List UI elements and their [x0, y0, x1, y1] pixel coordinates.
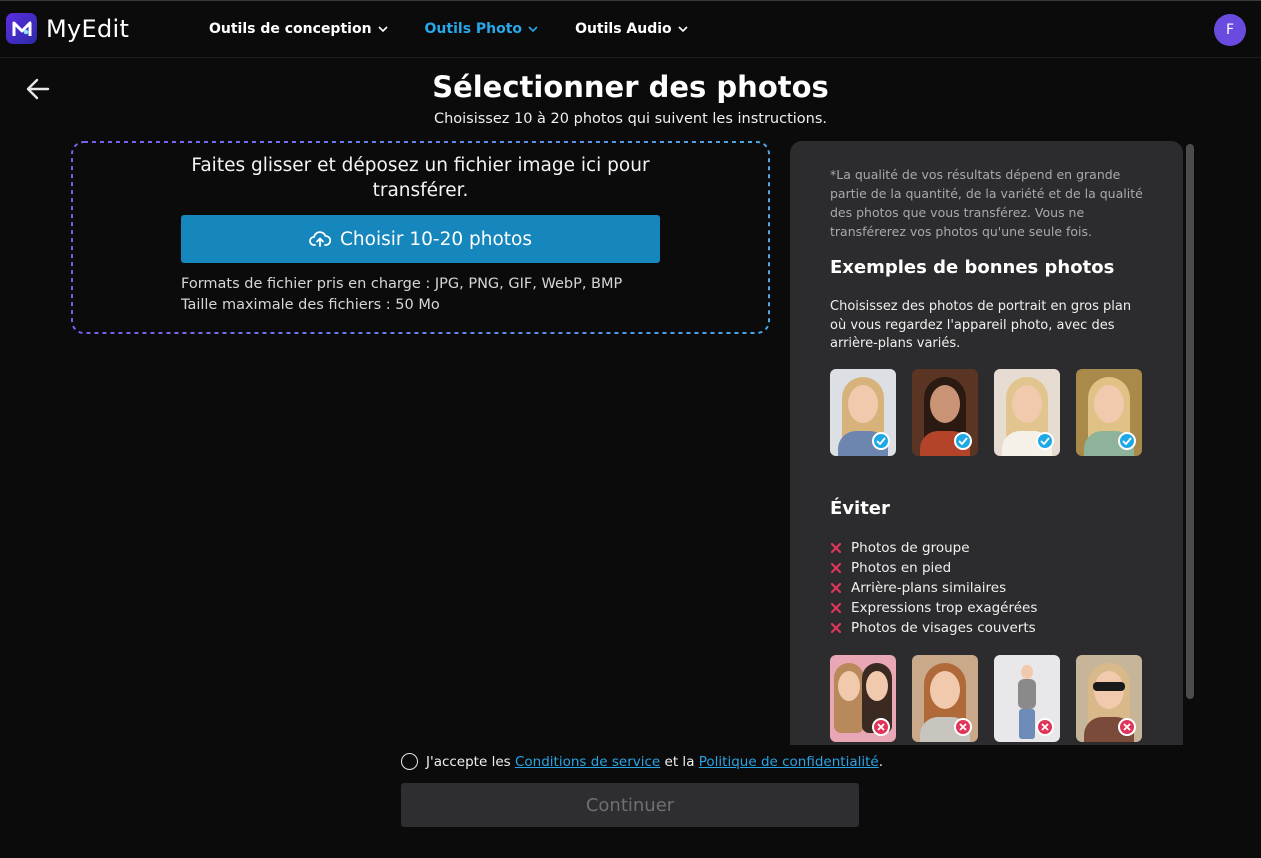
- page-title: Sélectionner des photos: [432, 70, 829, 104]
- avoid-item-label: Photos en pied: [851, 560, 952, 576]
- nav-design-tools-label: Outils de conception: [209, 21, 372, 37]
- supported-formats: Formats de fichier pris en charge : JPG,…: [181, 276, 623, 292]
- dropzone-instructions: Faites glisser et déposez un fichier ima…: [73, 153, 768, 203]
- checkmark-icon: [1036, 432, 1054, 450]
- terms-of-service-link[interactable]: Conditions de service: [515, 754, 660, 770]
- nav-photo-tools-label: Outils Photo: [424, 21, 523, 37]
- choose-photos-label: Choisir 10-20 photos: [339, 228, 532, 250]
- bad-example-photo: [994, 655, 1060, 742]
- terms-agreement: J'accepte les Conditions de service et l…: [401, 753, 883, 770]
- x-mark-icon: [830, 582, 842, 594]
- avoid-item-label: Arrière-plans similaires: [851, 580, 1007, 596]
- good-examples-description: Choisissez des photos de portrait en gro…: [830, 299, 1132, 351]
- myedit-logo-icon: [6, 13, 37, 44]
- accept-terms-radio[interactable]: [401, 753, 418, 770]
- x-mark-icon: [830, 602, 842, 614]
- dropzone-text-line2: transférer.: [372, 180, 469, 201]
- nav-photo-tools[interactable]: Outils Photo: [425, 21, 539, 37]
- good-example-photo: [912, 369, 978, 456]
- avoid-heading: Éviter: [830, 498, 890, 519]
- chevron-down-icon: [377, 25, 388, 32]
- nav-design-tools[interactable]: Outils de conception: [209, 21, 388, 37]
- bad-examples-thumbnails: [830, 655, 1158, 742]
- upload-dropzone[interactable]: Faites glisser et déposez un fichier ima…: [73, 143, 768, 332]
- checkmark-icon: [872, 432, 890, 450]
- list-item: Photos de visages couverts: [830, 618, 1037, 638]
- avoid-list: Photos de groupe Photos en pied Arrière-…: [830, 538, 1037, 638]
- x-mark-icon: [830, 542, 842, 554]
- guidelines-panel[interactable]: *La qualité de vos résultats dépend en g…: [790, 141, 1183, 745]
- avoid-item-label: Photos de groupe: [851, 540, 970, 556]
- good-examples-thumbnails: [830, 369, 1158, 456]
- terms-suffix: .: [878, 753, 884, 770]
- good-example-photo: [1076, 369, 1142, 456]
- terms-prefix: J'accepte les: [426, 753, 511, 770]
- good-examples-heading: Exemples de bonnes photos: [830, 257, 1115, 278]
- dropzone-text-line1: Faites glisser et déposez un fichier ima…: [191, 155, 650, 176]
- user-avatar[interactable]: F: [1214, 14, 1246, 46]
- list-item: Photos de groupe: [830, 538, 1037, 558]
- x-circle-icon: [1118, 718, 1136, 736]
- page-subtitle: Choisissez 10 à 20 photos qui suivent le…: [433, 111, 828, 127]
- chevron-down-icon: [528, 25, 538, 32]
- x-circle-icon: [954, 718, 972, 736]
- x-circle-icon: [1036, 718, 1054, 736]
- good-example-photo: [830, 369, 896, 456]
- list-item: Arrière-plans similaires: [830, 578, 1037, 598]
- nav-audio-tools[interactable]: Outils Audio: [575, 21, 688, 37]
- bad-example-photo: [912, 655, 978, 742]
- good-example-photo: [994, 369, 1060, 456]
- avoid-item-label: Photos de visages couverts: [851, 620, 1036, 636]
- brand-logo[interactable]: MyEdit: [6, 13, 129, 44]
- chevron-down-icon: [678, 25, 688, 32]
- x-circle-icon: [872, 718, 890, 736]
- file-format-info: Formats de fichier pris en charge : JPG,…: [181, 274, 622, 316]
- cloud-upload-icon: [309, 231, 331, 247]
- choose-photos-button[interactable]: Choisir 10-20 photos: [181, 215, 660, 263]
- brand-name: MyEdit: [46, 14, 130, 43]
- main-nav: Outils de conception Outils Photo Outils…: [209, 21, 725, 37]
- avoid-item-label: Expressions trop exagérées: [851, 600, 1038, 616]
- panel-scrollbar[interactable]: [1186, 144, 1194, 699]
- bad-example-photo: [830, 655, 896, 742]
- checkmark-icon: [1118, 432, 1136, 450]
- nav-audio-tools-label: Outils Audio: [575, 21, 672, 37]
- top-navigation-bar: MyEdit Outils de conception Outils Photo…: [0, 0, 1261, 58]
- list-item: Expressions trop exagérées: [830, 598, 1037, 618]
- x-mark-icon: [830, 622, 842, 634]
- quality-note: *La qualité de vos résultats dépend en g…: [830, 167, 1143, 239]
- privacy-policy-link[interactable]: Politique de confidentialité: [699, 754, 879, 770]
- list-item: Photos en pied: [830, 558, 1037, 578]
- x-mark-icon: [830, 562, 842, 574]
- checkmark-icon: [954, 432, 972, 450]
- max-file-size: Taille maximale des fichiers : 50 Mo: [181, 297, 440, 313]
- bad-example-photo: [1076, 655, 1142, 742]
- continue-button[interactable]: Continuer: [401, 783, 859, 827]
- terms-middle: et la: [664, 753, 695, 770]
